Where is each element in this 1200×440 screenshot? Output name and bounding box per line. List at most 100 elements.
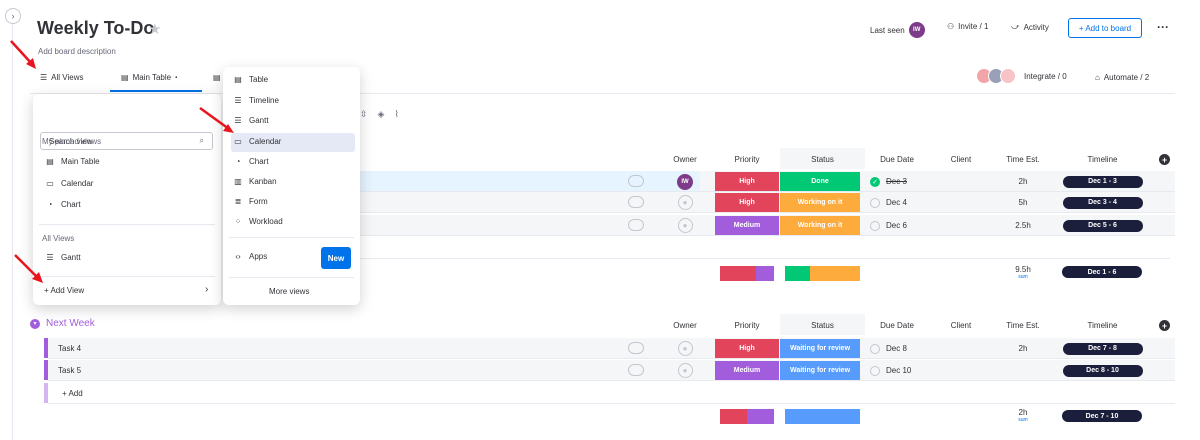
view-gantt[interactable]: ☰ Gantt: [45, 253, 80, 262]
due-date-cell[interactable]: Dec 8: [866, 339, 928, 358]
add-item-button[interactable]: + Add: [62, 384, 122, 403]
time-sum-value: 2h: [1018, 408, 1028, 417]
status-header[interactable]: Status: [780, 321, 865, 330]
calendar-tab-icon[interactable]: ▤: [213, 73, 221, 82]
due-date-cell[interactable]: Dec 6: [866, 216, 928, 235]
expand-sidebar-button[interactable]: ›: [5, 8, 21, 24]
chat-icon[interactable]: [628, 196, 644, 208]
view-option-calendar[interactable]: ▭ Calendar: [233, 137, 281, 146]
task-name[interactable]: Task 4: [58, 339, 118, 358]
owner-header[interactable]: Owner: [660, 321, 710, 330]
timeline-header[interactable]: Timeline: [1055, 155, 1150, 164]
due-date-cell[interactable]: Dec 10: [866, 361, 928, 380]
status-cell[interactable]: Waiting for review: [780, 339, 860, 358]
add-to-board-button[interactable]: + Add to board: [1068, 18, 1142, 38]
chat-icon[interactable]: [628, 364, 644, 376]
status-cell[interactable]: Working on it: [780, 216, 860, 235]
view-option-chart[interactable]: ◔ Chart: [233, 157, 269, 166]
view-option-form[interactable]: ≣ Form: [233, 197, 268, 206]
group-title[interactable]: ▾ Next Week: [30, 318, 95, 329]
priority-cell[interactable]: Medium: [715, 361, 779, 380]
due-date-text: Dec 6: [886, 221, 907, 230]
annotation-arrow: [14, 254, 43, 283]
activity-button[interactable]: ⤻ Activity: [1011, 22, 1049, 32]
integration-logo-icon: [1000, 68, 1016, 84]
owner-cell[interactable]: ●: [670, 193, 700, 212]
status-cell[interactable]: Working on it: [780, 193, 860, 212]
priority-header[interactable]: Priority: [715, 321, 779, 330]
integrations[interactable]: Integrate / 0: [976, 68, 1067, 84]
star-icon[interactable]: ★: [148, 20, 161, 38]
chat-icon[interactable]: [628, 342, 644, 354]
more-views-button[interactable]: More views: [269, 287, 309, 296]
time-est-header[interactable]: Time Est.: [993, 321, 1053, 330]
time-est-cell[interactable]: 2.5h: [993, 216, 1053, 235]
pinned-view-calendar[interactable]: ▭ Calendar: [45, 179, 93, 188]
divider: [39, 276, 215, 277]
priority-cell[interactable]: High: [715, 172, 779, 191]
circle-icon: [870, 365, 880, 376]
timeline-cell[interactable]: Dec 8 - 10: [1055, 361, 1150, 380]
view-option-apps[interactable]: ‹› Apps: [233, 252, 267, 261]
all-views-tab[interactable]: ☰ All Views: [40, 73, 83, 82]
view-option-timeline[interactable]: ☰ Timeline: [233, 96, 279, 105]
priority-header[interactable]: Priority: [715, 155, 779, 164]
owner-cell[interactable]: ●: [670, 361, 700, 380]
timeline-header[interactable]: Timeline: [1055, 321, 1150, 330]
add-column-icon[interactable]: +: [1159, 154, 1170, 165]
timeline-cell[interactable]: Dec 5 - 6: [1055, 216, 1150, 235]
pinned-view-chart[interactable]: ◔ Chart: [45, 200, 81, 209]
task-name[interactable]: Task 5: [58, 361, 118, 380]
view-option-workload[interactable]: ⁘ Workload: [233, 217, 283, 226]
timeline-cell[interactable]: Dec 1 - 3: [1055, 172, 1150, 191]
form-icon: ≣: [234, 197, 242, 206]
due-date-cell[interactable]: Dec 4: [866, 193, 928, 212]
tab-main-table[interactable]: ▤ Main Table ▪: [121, 73, 177, 82]
more-views-label: More views: [269, 287, 310, 296]
add-view-button[interactable]: + Add View: [44, 286, 84, 295]
due-date-cell[interactable]: ✓ Dec 3: [866, 172, 928, 191]
priority-cell[interactable]: High: [715, 339, 779, 358]
status-cell[interactable]: Done: [780, 172, 860, 191]
add-column-icon[interactable]: +: [1159, 320, 1170, 331]
board-description[interactable]: Add board description: [38, 47, 116, 56]
last-seen[interactable]: Last seen IW: [870, 22, 925, 38]
owner-cell[interactable]: ●: [670, 339, 700, 358]
owner-cell[interactable]: IW: [670, 172, 700, 191]
circle-icon: [870, 197, 880, 208]
chat-icon[interactable]: [628, 175, 644, 187]
view-option-kanban[interactable]: ▥ Kanban: [233, 177, 276, 186]
due-date-header[interactable]: Due Date: [866, 155, 928, 164]
time-est-cell[interactable]: 2h: [993, 339, 1053, 358]
priority-cell[interactable]: High: [715, 193, 779, 212]
view-option-gantt[interactable]: ☰ Gantt: [233, 116, 268, 125]
more-options-icon[interactable]: ···: [1157, 20, 1169, 34]
priority-cell[interactable]: Medium: [715, 216, 779, 235]
pinned-view-main-table[interactable]: ▤ Main Table: [45, 157, 99, 166]
time-est-cell[interactable]: 2h: [993, 172, 1053, 191]
fill-icon[interactable]: ◈: [378, 109, 385, 120]
time-est-cell[interactable]: [993, 361, 1053, 380]
sort-icon[interactable]: ⇳: [360, 109, 368, 120]
invite-button[interactable]: ⚇ Invite / 1: [947, 22, 988, 31]
time-est-header[interactable]: Time Est.: [993, 155, 1053, 164]
new-badge[interactable]: New: [321, 247, 351, 269]
board-title[interactable]: Weekly To-Do: [37, 18, 154, 39]
owner-cell[interactable]: ●: [670, 216, 700, 235]
status-header[interactable]: Status: [780, 155, 865, 164]
due-date-header[interactable]: Due Date: [866, 321, 928, 330]
client-header[interactable]: Client: [930, 321, 992, 330]
chevron-right-icon[interactable]: ›: [205, 284, 208, 295]
automate-button[interactable]: ⌂ Automate / 2: [1095, 73, 1149, 82]
chart-icon[interactable]: ⌇: [394, 109, 398, 120]
status-cell[interactable]: Waiting for review: [780, 361, 860, 380]
time-est-cell[interactable]: 5h: [993, 193, 1053, 212]
client-header[interactable]: Client: [930, 155, 992, 164]
timeline-cell[interactable]: Dec 3 - 4: [1055, 193, 1150, 212]
chat-icon[interactable]: [628, 219, 644, 231]
chevron-down-icon[interactable]: ▾: [30, 318, 40, 329]
toolbar: ⇳ ◈ ⌇: [360, 109, 399, 120]
timeline-cell[interactable]: Dec 7 - 8: [1055, 339, 1150, 358]
view-option-table[interactable]: ▤ Table: [233, 75, 268, 84]
owner-header[interactable]: Owner: [660, 155, 710, 164]
